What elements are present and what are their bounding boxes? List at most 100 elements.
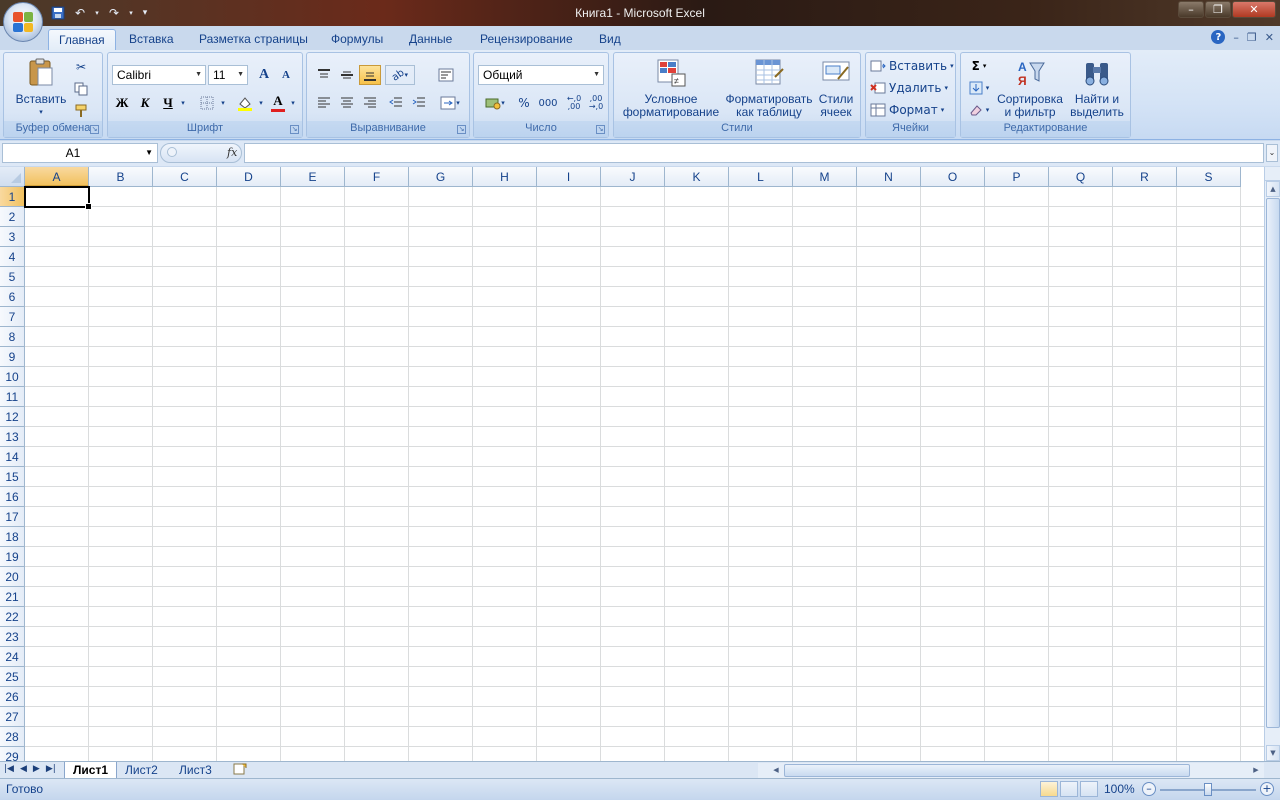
restore-icon[interactable]: ❐ <box>1205 1 1231 18</box>
number-launcher-icon[interactable]: ↘ <box>596 125 605 134</box>
tab-home[interactable]: Главная <box>48 29 116 50</box>
row-header-9[interactable]: 9 <box>0 347 25 367</box>
column-header-f[interactable]: F <box>345 167 409 187</box>
row-header-17[interactable]: 17 <box>0 507 25 527</box>
next-sheet-icon[interactable]: ▶ <box>33 764 40 774</box>
copy-icon[interactable] <box>70 79 92 99</box>
formula-cancel-icon[interactable] <box>167 147 177 157</box>
grow-font-button[interactable]: A <box>254 65 274 85</box>
row-header-23[interactable]: 23 <box>0 627 25 647</box>
font-size-dropdown-icon[interactable]: ▼ <box>237 66 244 84</box>
zoom-level[interactable]: 100% <box>1104 782 1135 796</box>
text-orientation-icon[interactable]: ab ▾ <box>385 65 415 85</box>
font-launcher-icon[interactable]: ↘ <box>290 125 299 134</box>
row-header-20[interactable]: 20 <box>0 567 25 587</box>
row-header-26[interactable]: 26 <box>0 687 25 707</box>
row-header-19[interactable]: 19 <box>0 547 25 567</box>
row-header-11[interactable]: 11 <box>0 387 25 407</box>
column-header-e[interactable]: E <box>281 167 345 187</box>
fill-button[interactable]: ▾ <box>965 78 993 98</box>
tab-page-layout[interactable]: Разметка страницы <box>189 29 318 50</box>
tab-insert[interactable]: Вставка <box>119 29 184 50</box>
scroll-up-icon[interactable]: ▲ <box>1266 181 1280 197</box>
zoom-out-icon[interactable]: – <box>1142 782 1156 796</box>
split-box-icon[interactable] <box>1265 167 1280 181</box>
percent-style-button[interactable]: % <box>514 93 534 113</box>
name-box-dropdown-icon[interactable]: ▼ <box>145 144 153 162</box>
bold-button[interactable]: Ж <box>112 93 132 113</box>
prev-sheet-icon[interactable]: ◀ <box>20 764 27 774</box>
select-all-button[interactable] <box>0 167 25 187</box>
last-sheet-icon[interactable]: ▶| <box>46 764 56 774</box>
row-header-14[interactable]: 14 <box>0 447 25 467</box>
column-header-p[interactable]: P <box>985 167 1049 187</box>
doc-restore-icon[interactable]: ❐ <box>1247 31 1257 44</box>
doc-close-icon[interactable]: ✕ <box>1265 31 1274 44</box>
merge-center-icon[interactable]: ▾ <box>435 93 465 113</box>
doc-minimize-icon[interactable]: – <box>1233 31 1239 44</box>
row-header-3[interactable]: 3 <box>0 227 25 247</box>
wrap-text-icon[interactable] <box>435 65 457 85</box>
underline-dropdown-icon[interactable]: ▾ <box>178 93 188 113</box>
insert-cells-button[interactable]: Вставить ▾ <box>870 56 954 76</box>
decrease-indent-icon[interactable] <box>385 93 407 113</box>
font-name-combo[interactable]: Calibri ▼ <box>112 65 206 85</box>
name-box[interactable]: A1 ▼ <box>2 143 158 163</box>
tab-review[interactable]: Рецензирование <box>470 29 583 50</box>
help-icon[interactable]: ? <box>1211 30 1226 44</box>
zoom-in-icon[interactable]: + <box>1260 782 1274 796</box>
scroll-left-icon[interactable]: ◀ <box>770 764 782 777</box>
number-format-dropdown-icon[interactable]: ▼ <box>593 66 600 84</box>
tab-formulas[interactable]: Формулы <box>321 29 393 50</box>
active-cell[interactable] <box>24 186 92 210</box>
page-layout-view-icon[interactable] <box>1060 781 1078 797</box>
normal-view-icon[interactable] <box>1040 781 1058 797</box>
font-name-dropdown-icon[interactable]: ▼ <box>195 66 202 84</box>
format-cells-button[interactable]: Формат ▾ <box>870 100 954 120</box>
delete-cells-button[interactable]: Удалить ▾ <box>870 78 954 98</box>
cell-styles-button[interactable]: Стили ячеек <box>814 57 858 119</box>
row-header-25[interactable]: 25 <box>0 667 25 687</box>
paste-button[interactable]: Вставить ▾ <box>12 57 70 119</box>
sort-filter-button[interactable]: AЯ Сортировка и фильтр <box>995 57 1065 119</box>
office-button[interactable] <box>3 2 43 42</box>
column-header-r[interactable]: R <box>1113 167 1177 187</box>
column-header-q[interactable]: Q <box>1049 167 1113 187</box>
align-top-icon[interactable] <box>313 65 335 85</box>
cut-icon[interactable]: ✂ <box>70 57 92 77</box>
insert-sheet-icon[interactable] <box>231 763 249 777</box>
column-header-o[interactable]: O <box>921 167 985 187</box>
sheet-tab-1[interactable]: Лист1 <box>64 762 118 778</box>
sheet-tab-2[interactable]: Лист2 <box>117 762 166 778</box>
shrink-font-button[interactable]: A <box>276 65 296 85</box>
row-header-27[interactable]: 27 <box>0 707 25 727</box>
scroll-down-icon[interactable]: ▼ <box>1266 745 1280 761</box>
align-left-icon[interactable] <box>313 93 335 113</box>
row-header-21[interactable]: 21 <box>0 587 25 607</box>
borders-dropdown-icon[interactable]: ▾ <box>218 93 228 113</box>
row-header-12[interactable]: 12 <box>0 407 25 427</box>
sheet-tab-3[interactable]: Лист3 <box>171 762 220 778</box>
scroll-right-icon[interactable]: ▶ <box>1250 764 1262 777</box>
insert-function-icon[interactable]: fx <box>227 146 237 159</box>
row-header-15[interactable]: 15 <box>0 467 25 487</box>
row-header-8[interactable]: 8 <box>0 327 25 347</box>
font-color-dropdown-icon[interactable]: ▾ <box>288 93 298 113</box>
row-header-5[interactable]: 5 <box>0 267 25 287</box>
row-header-1[interactable]: 1 <box>0 187 25 207</box>
format-painter-icon[interactable] <box>70 101 92 121</box>
formula-input[interactable] <box>244 143 1264 163</box>
column-header-n[interactable]: N <box>857 167 921 187</box>
number-format-combo[interactable]: Общий ▼ <box>478 65 604 85</box>
align-center-icon[interactable] <box>336 93 358 113</box>
font-color-button[interactable]: A <box>268 91 288 113</box>
row-header-22[interactable]: 22 <box>0 607 25 627</box>
conditional-formatting-button[interactable]: ≠ Условное форматирование <box>618 57 724 119</box>
borders-icon[interactable] <box>196 93 218 113</box>
column-header-c[interactable]: C <box>153 167 217 187</box>
format-as-table-button[interactable]: Форматировать как таблицу <box>724 57 814 119</box>
row-header-4[interactable]: 4 <box>0 247 25 267</box>
row-header-10[interactable]: 10 <box>0 367 25 387</box>
increase-indent-icon[interactable] <box>408 93 430 113</box>
decrease-decimal-button[interactable]: ,00 →,0 <box>586 93 606 113</box>
